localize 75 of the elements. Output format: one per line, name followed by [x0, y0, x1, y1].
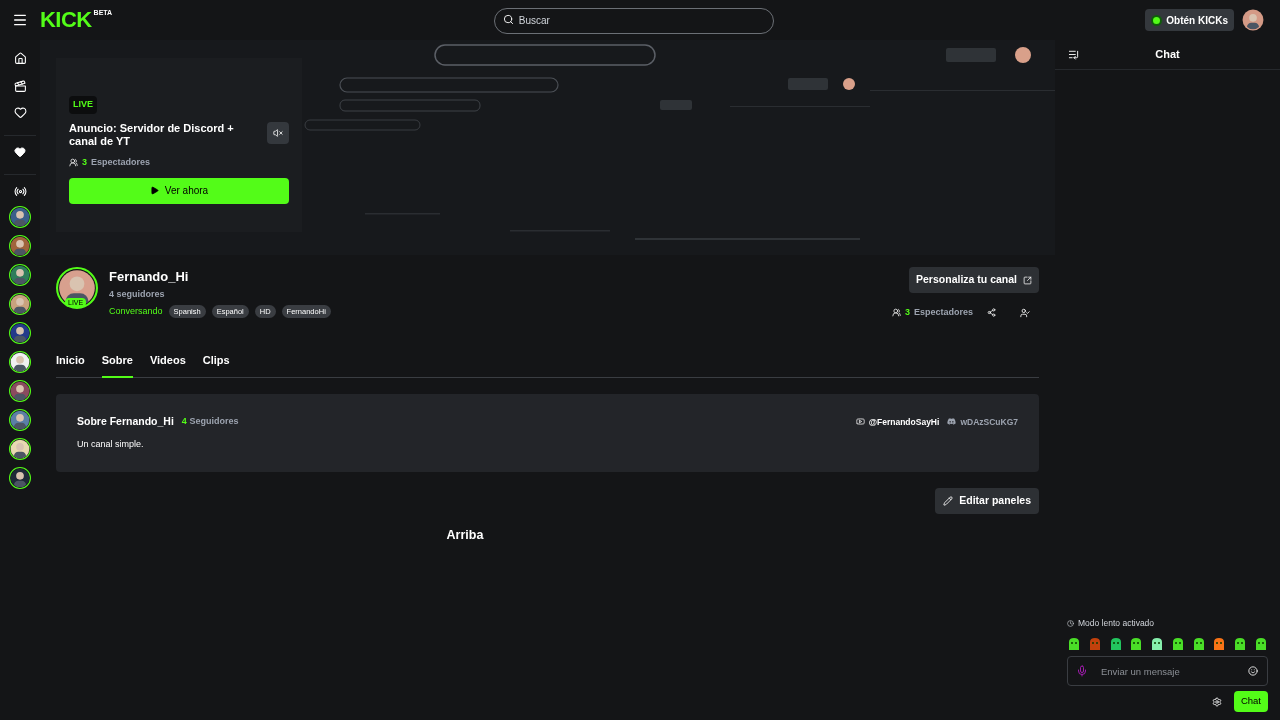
chat-server-link[interactable]: wDAzSCuKG7 — [947, 415, 1018, 429]
emote-icon[interactable] — [1233, 637, 1248, 651]
user-avatar[interactable] — [1242, 9, 1264, 31]
play-icon — [149, 186, 159, 195]
live-icon[interactable] — [13, 185, 27, 198]
back-to-top-button[interactable]: Arriba — [446, 526, 484, 545]
channel-name: Fernando_Hi — [109, 269, 190, 285]
viewer-label: Espectadores — [913, 306, 973, 319]
channel-avatar[interactable] — [9, 293, 31, 315]
tab[interactable]: Sobre — [101, 351, 133, 378]
clips-icon[interactable] — [13, 80, 27, 93]
slow-mode-icon — [1067, 620, 1074, 628]
viewers-icon — [69, 158, 78, 168]
viewers-icon — [891, 308, 901, 318]
follow-icon[interactable] — [1020, 307, 1030, 318]
get-kicks-button[interactable]: Obtén KICKs — [1145, 9, 1234, 31]
heart-icon[interactable] — [13, 106, 27, 119]
heart-icon[interactable] — [14, 146, 26, 158]
search-field[interactable]: Buscar — [493, 7, 774, 34]
viewer-count: 3 — [904, 306, 910, 319]
channel-avatar[interactable] — [9, 351, 31, 373]
watch-now-button[interactable]: Ver ahora — [69, 177, 289, 204]
about-description: Un canal simple. — [77, 437, 145, 451]
emote-icon[interactable] — [1129, 637, 1144, 651]
edit-panels-button[interactable]: Editar paneles — [935, 488, 1039, 514]
about-title: Sobre Fernando_Hi — [77, 414, 174, 429]
home-icon[interactable] — [13, 52, 27, 65]
game-controller-icon — [947, 417, 957, 427]
channel-avatar[interactable] — [9, 206, 31, 228]
emote-icon[interactable] — [1191, 637, 1206, 651]
customize-channel-button[interactable]: Personaliza tu canal — [909, 267, 1039, 293]
follower-count: 4 — [181, 416, 187, 427]
emote-icon[interactable] — [1108, 637, 1123, 651]
tab[interactable]: Clips — [202, 351, 230, 378]
emoji-icon[interactable] — [1248, 666, 1258, 676]
tab[interactable]: Inicio — [56, 351, 85, 378]
muted-speaker-icon — [273, 128, 283, 138]
channel-avatar[interactable] — [9, 467, 31, 489]
channel-avatar[interactable] — [56, 267, 98, 309]
video-channel-link[interactable]: @FernandoSayHi — [855, 415, 940, 429]
tab[interactable]: Videos — [149, 351, 186, 378]
stream-title: Anuncio: Servidor de Discord + canal de YT — [69, 122, 235, 148]
follower-label: Seguidores — [189, 416, 239, 427]
send-chat-button[interactable]: Chat — [1233, 691, 1268, 712]
menu-icon[interactable] — [12, 12, 28, 28]
slow-mode-notice: Modo lento activado — [1078, 617, 1155, 630]
channel-avatar[interactable] — [9, 380, 31, 402]
channel-avatar[interactable] — [9, 322, 31, 344]
message-field[interactable]: Enviar un mensaje — [1067, 656, 1268, 686]
search-icon — [502, 14, 514, 25]
emote-icon[interactable] — [1150, 637, 1165, 651]
channel-avatar[interactable] — [9, 235, 31, 257]
chat-title: Chat — [1155, 47, 1180, 63]
channel-avatar[interactable] — [9, 438, 31, 460]
logo[interactable]: KICK — [40, 9, 92, 31]
mute-button[interactable] — [267, 122, 289, 144]
emote-icon[interactable] — [1253, 637, 1268, 651]
channel-avatar[interactable] — [9, 409, 31, 431]
coin-icon — [1151, 14, 1163, 26]
viewer-count: 3 — [82, 156, 87, 169]
live-badge: LIVE — [69, 96, 97, 114]
emote-icon[interactable] — [1212, 637, 1227, 651]
microphone-icon[interactable] — [1076, 665, 1088, 677]
category-link[interactable]: Conversando — [109, 304, 163, 318]
channel-avatar[interactable] — [9, 264, 31, 286]
follower-count: 4 seguidores — [109, 288, 166, 301]
pencil-icon — [943, 496, 954, 506]
collapse-chat-icon[interactable] — [1068, 49, 1079, 60]
external-link-icon — [1023, 275, 1032, 285]
share-icon[interactable] — [987, 308, 996, 318]
viewer-label: Espectadores — [91, 156, 151, 169]
emote-icon[interactable] — [1170, 637, 1185, 651]
emote-icon[interactable] — [1067, 637, 1081, 651]
play-icon — [855, 417, 865, 427]
settings-icon[interactable] — [1211, 696, 1222, 707]
